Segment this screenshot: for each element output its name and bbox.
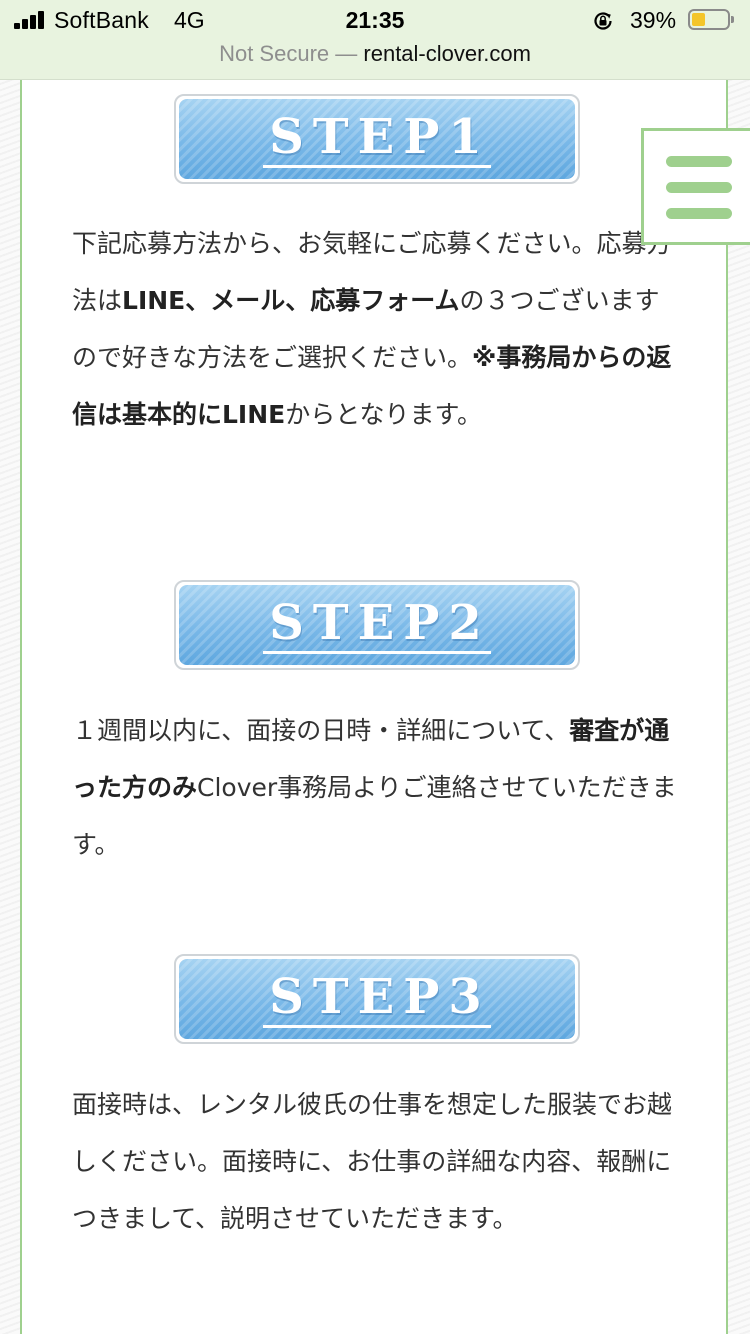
step1-text: 下記応募方法から、お気軽にご応募ください。応募方法はLINE、メール、応募フォー… [72, 215, 682, 443]
step3-text: 面接時は、レンタル彼氏の仕事を想定した服装でお越しください。面接時に、お仕事の詳… [72, 1076, 682, 1247]
step2-text-part1: １週間以内に、面接の日時・詳細について、 [72, 716, 570, 745]
step2-banner-fill: STEP2 [179, 585, 575, 665]
orientation-lock-icon [594, 12, 612, 30]
battery-icon [688, 9, 734, 30]
url-domain: rental-clover.com [363, 41, 531, 66]
battery-level [692, 13, 705, 26]
step1-banner: STEP1 [174, 94, 580, 184]
step2-text: １週間以内に、面接の日時・詳細について、審査が通った方のみClover事務局より… [72, 702, 682, 873]
menu-bar-middle [666, 182, 732, 193]
battery-percentage: 39% [630, 7, 677, 33]
step1-banner-fill: STEP1 [179, 99, 575, 179]
hamburger-menu-button[interactable] [641, 128, 750, 245]
step3-banner: STEP3 [174, 954, 580, 1044]
step2-banner: STEP2 [174, 580, 580, 670]
step1-text-bold1: LINE、メール、応募フォーム [122, 286, 460, 315]
url-separator: — [335, 41, 358, 66]
menu-bar-bottom [666, 208, 732, 219]
step1-text-part3: からとなります。 [285, 400, 482, 429]
address-bar[interactable]: Not Secure — rental-clover.com [0, 40, 750, 80]
content-column: STEP1 下記応募方法から、お気軽にご応募ください。応募方法はLINE、メール… [20, 80, 728, 1334]
security-status: Not Secure [219, 41, 330, 66]
step3-label: STEP3 [263, 971, 491, 1028]
step2-label: STEP2 [263, 597, 491, 654]
status-bar: SoftBank 4G 21:35 39% [0, 0, 750, 40]
step3-banner-fill: STEP3 [179, 959, 575, 1039]
step1-label: STEP1 [263, 111, 491, 168]
menu-bar-top [666, 156, 732, 167]
step3-text-part1: 面接時は、レンタル彼氏の仕事を想定した服装でお越しください。面接時に、お仕事の詳… [72, 1090, 673, 1233]
